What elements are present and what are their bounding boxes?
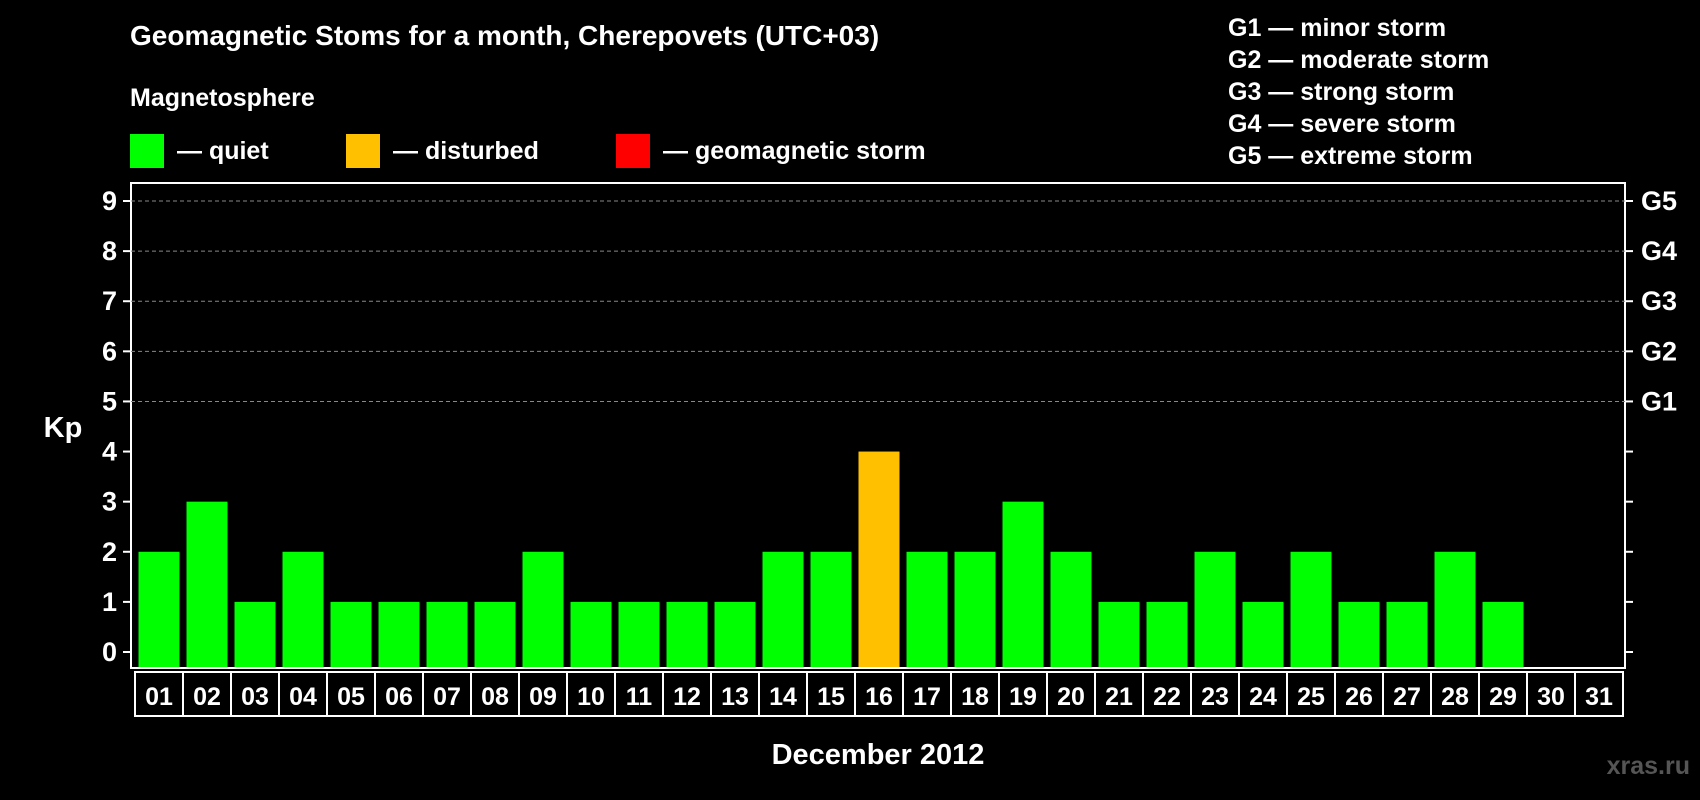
- x-tick-label: 21: [1105, 683, 1133, 711]
- bar: [810, 551, 852, 667]
- x-tick-label: 10: [577, 683, 605, 711]
- bar: [234, 601, 276, 667]
- bar: [330, 601, 372, 667]
- y-tick-label: 4: [102, 437, 117, 467]
- bar: [426, 601, 468, 667]
- x-tick-label: 30: [1537, 683, 1565, 711]
- x-tick-label: 22: [1153, 683, 1181, 711]
- bar: [858, 451, 900, 667]
- y-tick-label: 1: [102, 587, 117, 617]
- g-level-label: G3: [1641, 286, 1677, 316]
- x-tick-label: 03: [241, 683, 269, 711]
- x-tick-label: 17: [913, 683, 941, 711]
- bar: [1482, 601, 1524, 667]
- x-tick-label: 04: [289, 683, 317, 711]
- x-tick-label: 13: [721, 683, 749, 711]
- x-tick-label: 27: [1393, 683, 1421, 711]
- x-tick-label: 24: [1249, 683, 1277, 711]
- x-axis-label: December 2012: [772, 739, 985, 771]
- bar: [906, 551, 948, 667]
- x-tick-label: 02: [193, 683, 221, 711]
- y-tick-label: 3: [102, 487, 117, 517]
- y-tick-label: 9: [102, 186, 117, 216]
- bar: [666, 601, 708, 667]
- y-tick-label: 5: [102, 386, 117, 416]
- x-tick-label: 11: [626, 683, 653, 711]
- bar: [1290, 551, 1332, 667]
- x-tick-label: 19: [1009, 683, 1037, 711]
- x-tick-label: 23: [1201, 683, 1229, 711]
- x-tick-label: 08: [481, 683, 509, 711]
- bar: [1194, 551, 1236, 667]
- bar: [1242, 601, 1284, 667]
- bar: [1050, 551, 1092, 667]
- bar: [1434, 551, 1476, 667]
- g-level-label: G2: [1641, 336, 1677, 366]
- x-tick-label: 07: [433, 683, 461, 711]
- bar: [1338, 601, 1380, 667]
- g-level-label: G1: [1641, 386, 1677, 416]
- bar: [1098, 601, 1140, 667]
- bar: [282, 551, 324, 667]
- y-tick-label: 7: [102, 286, 117, 316]
- x-tick-label: 20: [1057, 683, 1085, 711]
- x-tick-label: 18: [961, 683, 989, 711]
- x-tick-label: 28: [1441, 683, 1469, 711]
- x-tick-label: 12: [673, 683, 701, 711]
- g-level-label: G5: [1641, 186, 1677, 216]
- y-tick-label: 6: [102, 336, 117, 366]
- y-tick-label: 0: [102, 637, 117, 667]
- y-tick-label: 2: [102, 537, 117, 567]
- x-tick-label: 31: [1585, 683, 1613, 711]
- g-level-label: G4: [1641, 236, 1677, 266]
- x-tick-label: 09: [529, 683, 557, 711]
- x-tick-label: 06: [385, 683, 413, 711]
- bar: [474, 601, 516, 667]
- bar: [1146, 601, 1188, 667]
- x-tick-label: 26: [1345, 683, 1373, 711]
- kp-bar-chart: 0123456789G1G2G3G4G5Kp01 02 03 04 05 06 07 08 09…: [44, 182, 1677, 771]
- bar: [186, 501, 228, 667]
- bar: [1002, 501, 1044, 667]
- x-tick-label: 16: [865, 683, 893, 711]
- x-tick-label: 15: [817, 683, 845, 711]
- bar: [522, 551, 564, 667]
- bar: [762, 551, 804, 667]
- bar: [714, 601, 756, 667]
- y-axis-label: Kp: [44, 412, 83, 444]
- x-tick-label: 05: [337, 683, 365, 711]
- x-tick-label: 01: [145, 683, 173, 711]
- y-tick-label: 8: [102, 236, 117, 266]
- x-tick-label: 14: [769, 683, 797, 711]
- bar: [954, 551, 996, 667]
- bar: [378, 601, 420, 667]
- bar: [618, 601, 660, 667]
- x-tick-label: 29: [1489, 683, 1517, 711]
- bar: [570, 601, 612, 667]
- x-tick-label: 25: [1297, 683, 1325, 711]
- bar: [1386, 601, 1428, 667]
- bar: [138, 551, 180, 667]
- watermark: xras.ru: [1606, 752, 1690, 780]
